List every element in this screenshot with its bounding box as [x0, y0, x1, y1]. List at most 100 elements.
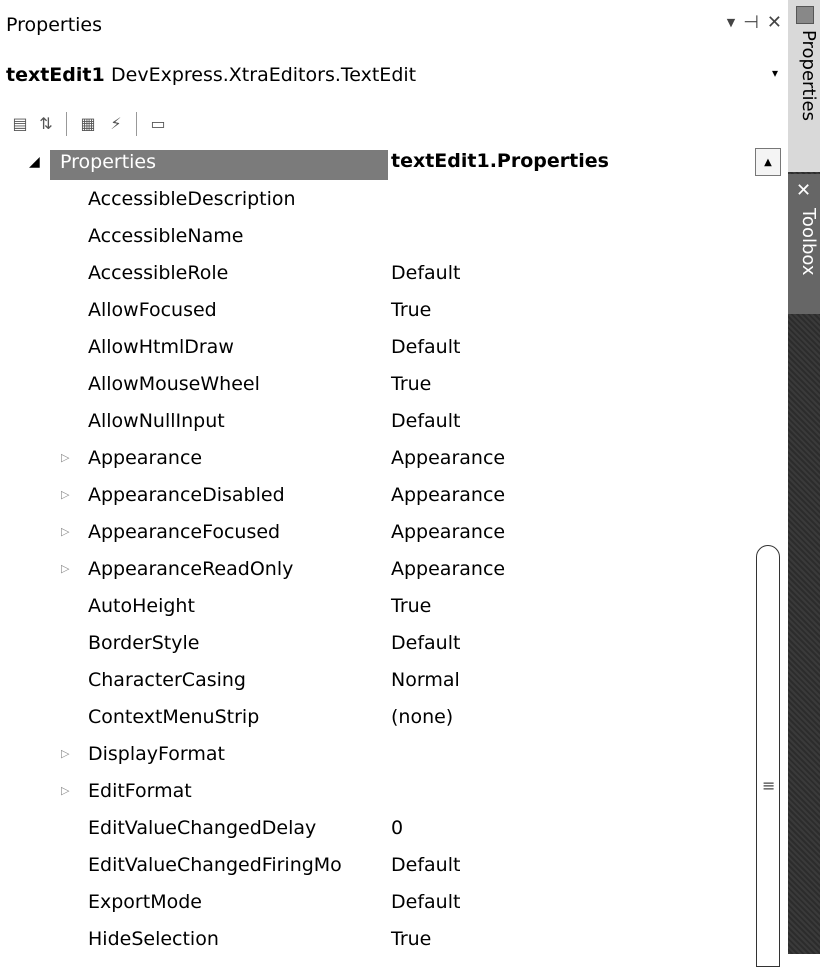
- property-value[interactable]: Default: [391, 632, 460, 654]
- category-name: Properties: [60, 151, 157, 173]
- close-icon[interactable]: ✕: [767, 12, 782, 33]
- scroll-up-icon: ▲: [764, 156, 772, 168]
- property-name: AllowNullInput: [88, 410, 225, 432]
- scroll-thumb[interactable]: ≡: [756, 545, 780, 967]
- scroll-up-button[interactable]: ▲: [755, 148, 781, 176]
- property-name: AutoHeight: [88, 595, 195, 617]
- object-name: textEdit1: [6, 64, 105, 86]
- category-value: textEdit1.Properties: [391, 150, 609, 172]
- property-row[interactable]: AccessibleDescription: [0, 182, 750, 219]
- scroll-track[interactable]: ≡: [755, 178, 781, 967]
- property-value[interactable]: Default: [391, 891, 460, 913]
- dock-strip: Properties ✕ Toolbox: [788, 0, 820, 954]
- property-row[interactable]: ▷ Appearance Appearance: [0, 441, 750, 478]
- window-position-dropdown-icon[interactable]: ▼: [727, 16, 735, 29]
- property-value[interactable]: (none): [391, 706, 453, 728]
- property-row[interactable]: ▷ AppearanceDisabled Appearance: [0, 478, 750, 515]
- expand-arrow-icon[interactable]: ▷: [61, 525, 69, 538]
- properties-window-icon: [796, 6, 814, 24]
- visual-studio-window: Properties ▼ ⊣ ✕ textEdit1 DevExpress.Xt…: [0, 0, 820, 967]
- toolbar-divider: [136, 112, 137, 136]
- property-name: AllowHtmlDraw: [88, 336, 234, 358]
- property-value[interactable]: Default: [391, 854, 460, 876]
- property-name: AllowMouseWheel: [88, 373, 260, 395]
- property-row[interactable]: BorderStyle Default: [0, 626, 750, 663]
- expand-arrow-icon[interactable]: ▷: [61, 747, 69, 760]
- panel-title: Properties: [6, 14, 103, 36]
- property-name: AppearanceReadOnly: [88, 558, 294, 580]
- property-row[interactable]: ExportMode Default: [0, 885, 750, 922]
- title-controls: ▼ ⊣ ✕: [727, 12, 782, 33]
- properties-view-icon[interactable]: ▦: [76, 110, 100, 136]
- property-value[interactable]: Default: [391, 336, 460, 358]
- grip-icon: ≡: [762, 776, 776, 795]
- property-row[interactable]: CharacterCasing Normal: [0, 663, 750, 700]
- expand-arrow-icon[interactable]: ▷: [61, 562, 69, 575]
- properties-dock-label: Properties: [798, 30, 819, 121]
- property-value[interactable]: True: [391, 373, 431, 395]
- category-row[interactable]: ◢ Properties textEdit1.Properties: [0, 148, 750, 182]
- property-name: HideSelection: [88, 928, 219, 950]
- property-name: AppearanceFocused: [88, 521, 281, 543]
- property-row[interactable]: ▷ AppearanceFocused Appearance: [0, 515, 750, 552]
- toolbox-dock-label: Toolbox: [798, 208, 819, 276]
- properties-dock-tab[interactable]: Properties: [788, 0, 820, 172]
- property-name: CharacterCasing: [88, 669, 246, 691]
- toolbar-divider: [66, 112, 67, 136]
- property-name: BorderStyle: [88, 632, 200, 654]
- property-value[interactable]: True: [391, 595, 431, 617]
- object-selector-dropdown-icon[interactable]: ▾: [772, 66, 778, 80]
- properties-panel: Properties ▼ ⊣ ✕ textEdit1 DevExpress.Xt…: [0, 0, 788, 967]
- property-value[interactable]: Default: [391, 262, 460, 284]
- expand-arrow-icon[interactable]: ▷: [61, 451, 69, 464]
- property-row[interactable]: AllowFocused True: [0, 293, 750, 330]
- property-pages-icon[interactable]: ▭: [146, 110, 170, 136]
- properties-toolbar: ▤ ⇅ ▦ ⚡ ▭: [0, 102, 788, 148]
- property-name: AccessibleRole: [88, 262, 229, 284]
- property-name: EditFormat: [88, 780, 192, 802]
- property-row[interactable]: AllowNullInput Default: [0, 404, 750, 441]
- property-name: AccessibleName: [88, 225, 244, 247]
- property-grid: ◢ Properties textEdit1.Properties Access…: [0, 148, 788, 954]
- expand-arrow-icon[interactable]: ▷: [61, 488, 69, 501]
- property-row[interactable]: EditValueChangedDelay 0: [0, 811, 750, 848]
- property-row[interactable]: ▷ DisplayFormat: [0, 737, 750, 774]
- collapse-arrow-icon[interactable]: ◢: [29, 154, 40, 170]
- vertical-scrollbar[interactable]: ▲ ≡: [755, 148, 781, 967]
- property-row[interactable]: AccessibleName: [0, 219, 750, 256]
- property-value[interactable]: Appearance: [391, 521, 505, 543]
- alphabetical-sort-icon[interactable]: ⇅: [34, 110, 58, 136]
- property-row[interactable]: AllowHtmlDraw Default: [0, 330, 750, 367]
- property-value[interactable]: Appearance: [391, 484, 505, 506]
- property-row[interactable]: ▷ AppearanceReadOnly Appearance: [0, 552, 750, 589]
- expand-arrow-icon[interactable]: ▷: [61, 784, 69, 797]
- property-value[interactable]: True: [391, 299, 431, 321]
- property-value[interactable]: 0: [391, 817, 403, 839]
- property-value[interactable]: Appearance: [391, 447, 505, 469]
- property-row[interactable]: HideSelection True: [0, 922, 750, 959]
- property-value[interactable]: True: [391, 928, 431, 950]
- property-row[interactable]: AutoHeight True: [0, 589, 750, 626]
- property-name: ContextMenuStrip: [88, 706, 260, 728]
- property-value[interactable]: Normal: [391, 669, 460, 691]
- pin-icon[interactable]: ⊣: [743, 12, 759, 33]
- property-row[interactable]: EditValueChangedFiringMo Default: [0, 848, 750, 885]
- property-row[interactable]: AccessibleRole Default: [0, 256, 750, 293]
- property-name: EditValueChangedFiringMo: [88, 854, 342, 876]
- property-value[interactable]: Appearance: [391, 558, 505, 580]
- categorized-view-icon[interactable]: ▤: [8, 110, 32, 136]
- property-row[interactable]: AllowMouseWheel True: [0, 367, 750, 404]
- property-name: DisplayFormat: [88, 743, 225, 765]
- property-name: EditValueChangedDelay: [88, 817, 317, 839]
- property-value[interactable]: Default: [391, 410, 460, 432]
- property-name: AllowFocused: [88, 299, 217, 321]
- property-name: ExportMode: [88, 891, 202, 913]
- events-view-icon[interactable]: ⚡: [104, 110, 128, 136]
- toolbox-icon: ✕: [796, 180, 812, 201]
- object-type: DevExpress.XtraEditors.TextEdit: [111, 64, 417, 86]
- panel-titlebar: Properties ▼ ⊣ ✕: [0, 0, 788, 52]
- object-selector[interactable]: textEdit1 DevExpress.XtraEditors.TextEdi…: [0, 58, 788, 98]
- property-name: Appearance: [88, 447, 203, 469]
- property-row[interactable]: ▷ EditFormat: [0, 774, 750, 811]
- property-row[interactable]: ContextMenuStrip (none): [0, 700, 750, 737]
